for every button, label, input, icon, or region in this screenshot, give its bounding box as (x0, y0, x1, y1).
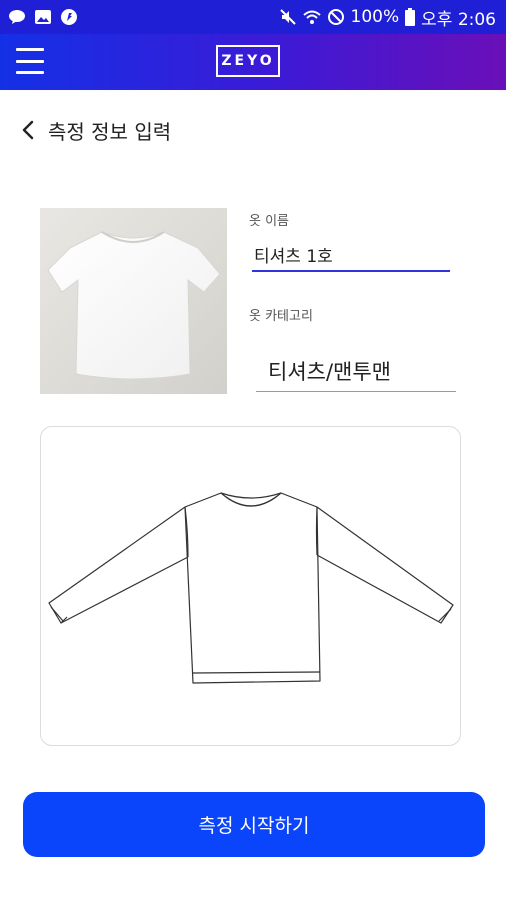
message-icon (9, 10, 25, 24)
garment-name-input[interactable] (252, 238, 450, 272)
page-header: 측정 정보 입력 (18, 112, 171, 148)
category-value: 티셔츠/맨투맨 (268, 359, 391, 384)
mute-icon (279, 9, 296, 25)
hamburger-menu-icon[interactable] (16, 48, 44, 74)
app-logo: ZEYO (216, 45, 280, 77)
back-arrow-icon[interactable] (18, 119, 40, 141)
battery-icon (405, 8, 416, 26)
app-notification-icon (61, 9, 77, 25)
gallery-icon (35, 10, 51, 24)
app-bar: ZEYO (0, 34, 506, 90)
tshirt-image (47, 231, 221, 380)
category-field-label: 옷 카테고리 (249, 309, 313, 324)
wifi-icon (302, 10, 321, 24)
garment-diagram-card (40, 426, 461, 746)
page-title: 측정 정보 입력 (48, 119, 172, 144)
name-field-label: 옷 이름 (249, 214, 290, 229)
start-measurement-button[interactable]: 측정 시작하기 (23, 792, 485, 857)
garment-photo (40, 208, 227, 394)
status-left-icons (0, 8, 78, 26)
status-bar: 100% 오후 2:06 (0, 0, 506, 34)
battery-percent: 100% (350, 7, 400, 27)
long-sleeve-shirt-diagram (48, 492, 454, 684)
start-measurement-label: 측정 시작하기 (198, 815, 310, 837)
status-time: 오후 2:06 (421, 9, 496, 30)
category-select[interactable]: 티셔츠/맨투맨 (256, 350, 456, 392)
do-not-disturb-icon (327, 9, 344, 25)
status-right-icons: 100% 오후 2:06 (279, 5, 506, 30)
